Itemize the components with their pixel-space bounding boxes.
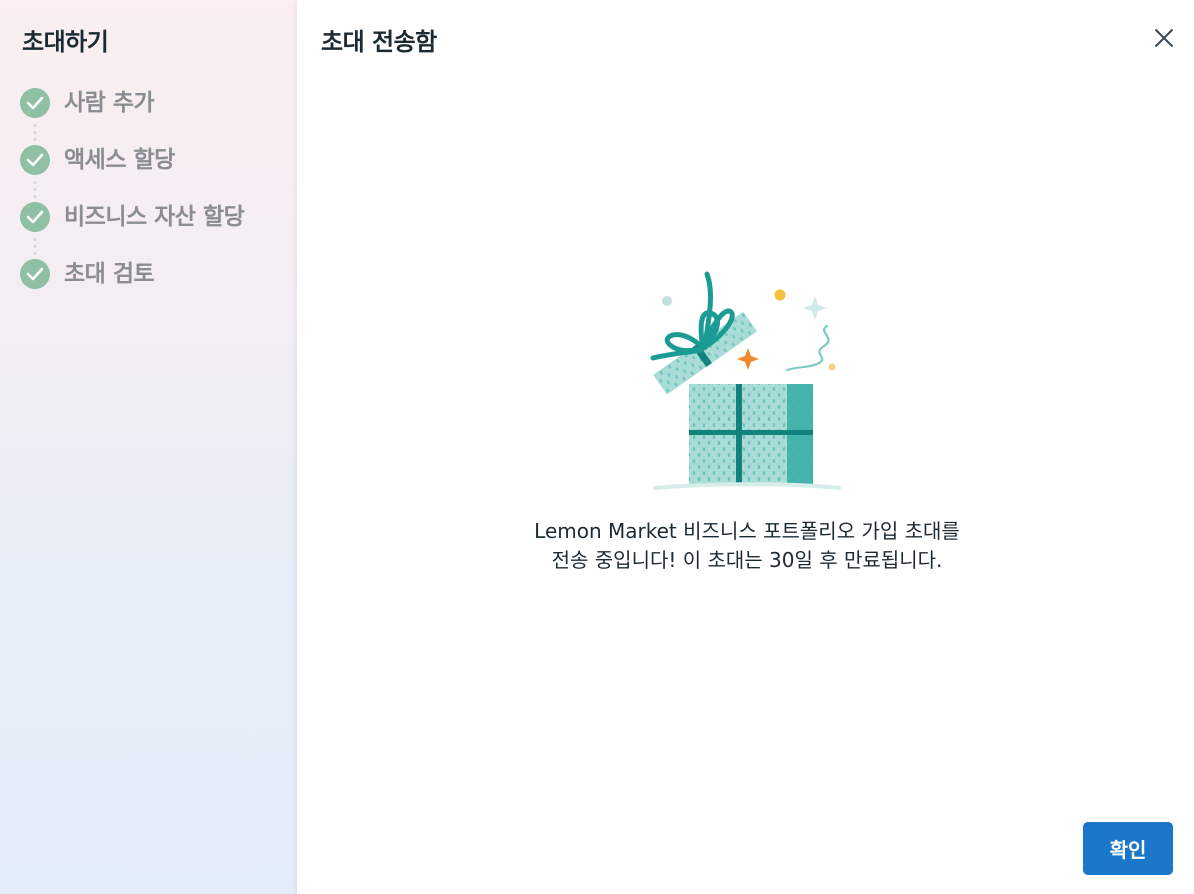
step-label: 초대 검토 — [64, 261, 155, 287]
close-button[interactable] — [1150, 24, 1178, 52]
gift-box-icon — [641, 266, 851, 496]
close-icon — [1155, 29, 1173, 47]
step-connector — [33, 179, 37, 201]
step-label: 액세스 할당 — [64, 147, 175, 173]
confirm-button[interactable]: 확인 — [1083, 822, 1173, 875]
sidebar: 초대하기 사람 추가 액세스 할당 비즈니스 자산 할당 초대 검토 — [0, 0, 297, 894]
sidebar-title: 초대하기 — [22, 28, 109, 56]
main-panel: 초대 전송함 Lemon Market 비즈니스 포트폴리오 가입 초대를 전송… — [297, 0, 1194, 894]
page-title: 초대 전송함 — [321, 28, 437, 56]
check-icon — [20, 259, 50, 289]
invite-dialog: 초대하기 사람 추가 액세스 할당 비즈니스 자산 할당 초대 검토 초대 전송… — [0, 0, 1194, 894]
step-assign-assets: 비즈니스 자산 할당 — [20, 202, 245, 259]
check-icon — [20, 202, 50, 232]
step-add-people: 사람 추가 — [20, 88, 244, 145]
business-name: Lemon Market — [534, 519, 677, 543]
step-label: 비즈니스 자산 할당 — [64, 204, 245, 230]
step-list: 사람 추가 액세스 할당 비즈니스 자산 할당 초대 검토 — [20, 88, 245, 316]
check-icon — [20, 145, 50, 175]
invite-message: Lemon Market 비즈니스 포트폴리오 가입 초대를 전송 중입니다! … — [522, 517, 972, 575]
step-assign-access: 액세스 할당 — [20, 145, 244, 202]
step-review-invite: 초대 검토 — [20, 259, 244, 316]
step-connector — [33, 122, 37, 144]
step-label: 사람 추가 — [64, 90, 155, 116]
check-icon — [20, 88, 50, 118]
step-connector — [33, 236, 37, 258]
